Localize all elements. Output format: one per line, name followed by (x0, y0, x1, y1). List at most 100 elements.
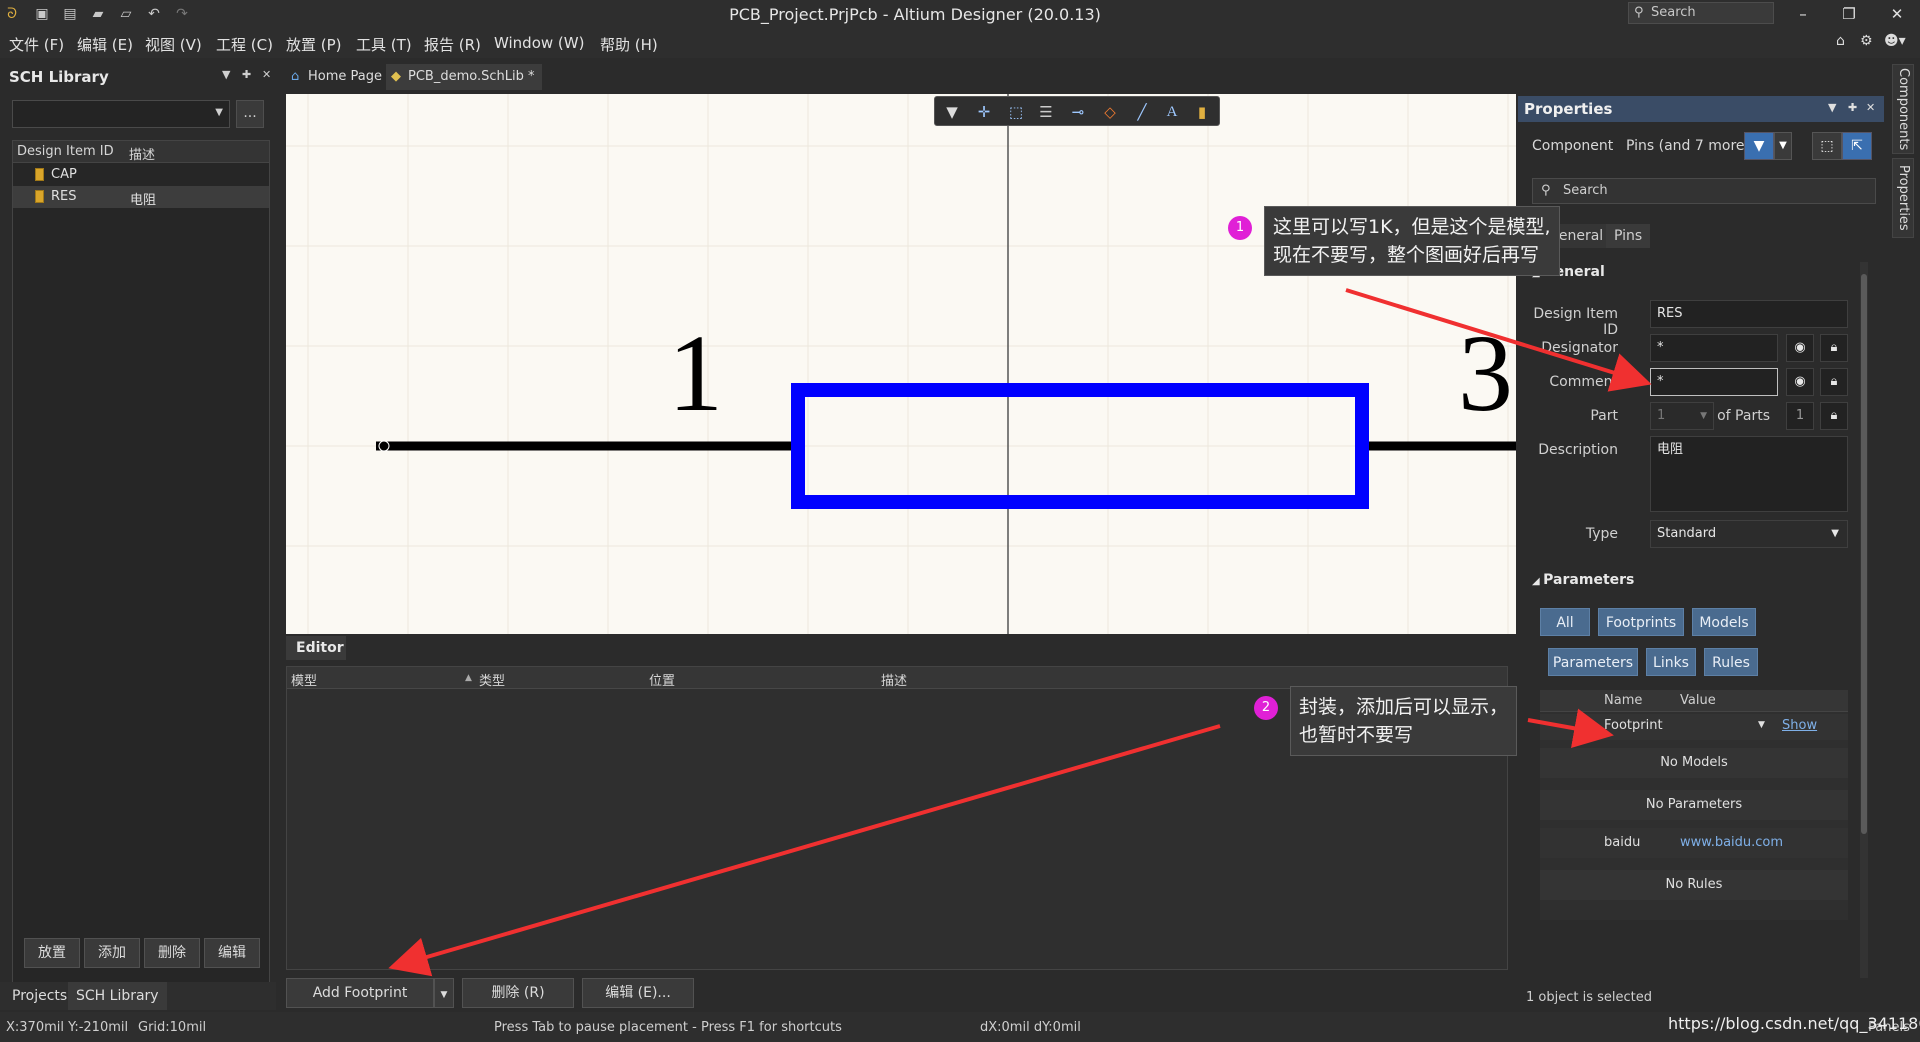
pin-hotspot[interactable] (378, 440, 390, 452)
menu-bar: 文件 (F) 编辑 (E) 视图 (V) 工程 (C) 放置 (P) 工具 (T… (0, 28, 1920, 58)
menu-edit[interactable]: 编辑 (E) (77, 34, 133, 55)
column-type[interactable]: 类型 (479, 670, 505, 689)
add-model-dropdown[interactable]: ▼ (434, 978, 454, 1008)
menu-place[interactable]: 放置 (P) (286, 34, 342, 55)
filter-dropdown[interactable]: ▼ (1774, 132, 1792, 160)
description-field[interactable]: 电阻 (1650, 436, 1848, 512)
cursor-coordinates: X:370mil Y:-210mil (6, 1020, 129, 1035)
pin-icon[interactable]: ✚ (242, 68, 251, 81)
column-model[interactable]: 模型 (291, 670, 317, 689)
properties-search-input[interactable]: ⚲ Search (1532, 178, 1876, 204)
restore-button[interactable]: ❐ (1826, 0, 1872, 28)
fill-icon[interactable]: ◇ (1099, 102, 1121, 122)
add-button[interactable]: 添加 (84, 938, 140, 968)
place-pin-icon[interactable]: ⊸ (1067, 102, 1089, 122)
menu-reports[interactable]: 报告 (R) (424, 34, 481, 55)
edit-button[interactable]: 编辑 (204, 938, 260, 968)
footprint-show-link[interactable]: Show (1782, 718, 1817, 733)
visibility-toggle[interactable]: ◉ (1786, 334, 1814, 362)
library-filter-combo[interactable]: ▼ (12, 100, 230, 128)
properties-scrollbar[interactable] (1860, 262, 1868, 978)
more-button[interactable]: ... (236, 100, 264, 128)
part-icon[interactable]: ▮ (1191, 102, 1213, 122)
panel-menu-icon[interactable]: ▼ (1828, 101, 1836, 114)
align-icon[interactable]: ☰ (1035, 102, 1057, 122)
menu-tools[interactable]: 工具 (T) (356, 34, 412, 55)
list-item[interactable]: RES 电阻 (13, 186, 269, 208)
schematic-canvas[interactable]: 1 3 ▼ ✛ ⬚ ☰ ⊸ ◇ ╱ A ▮ (286, 94, 1516, 634)
gear-icon[interactable]: ⚙ (1860, 33, 1873, 49)
filter-footprints-button[interactable]: Footprints (1598, 608, 1684, 636)
table-row[interactable]: Footprint ▼ Show (1540, 714, 1848, 740)
pin-icon[interactable]: ✚ (1848, 101, 1857, 114)
column-description[interactable]: 描述 (881, 670, 907, 689)
editor-tab[interactable]: Editor (286, 636, 346, 660)
filter-parameters-button[interactable]: Parameters (1548, 648, 1638, 676)
column-value[interactable]: Value (1680, 693, 1716, 708)
remove-model-button[interactable]: 删除 (R) (462, 978, 574, 1008)
filter-all-button[interactable]: All (1540, 608, 1590, 636)
scroll-thumb[interactable] (1861, 274, 1867, 834)
tab-sch-library[interactable]: SCH Library (68, 982, 167, 1010)
select-rect-icon[interactable]: ⬚ (1005, 102, 1027, 122)
tab-home-page[interactable]: ⌂ Home Page (286, 64, 390, 90)
visibility-toggle[interactable]: ◉ (1786, 368, 1814, 396)
pick-mode-button[interactable]: ⇱ (1842, 132, 1872, 160)
text-icon[interactable]: A (1161, 102, 1183, 122)
home-icon[interactable]: ⌂ (1836, 33, 1845, 49)
no-rules-row: No Rules (1540, 870, 1848, 900)
close-button[interactable]: ✕ (1874, 0, 1920, 28)
lock-toggle[interactable]: 🔒︎ (1820, 334, 1848, 362)
tab-components[interactable]: Components (1892, 64, 1914, 154)
panel-menu-icon[interactable]: ▼ (222, 68, 230, 81)
column-location[interactable]: 位置 (649, 670, 675, 689)
panel-close-icon[interactable]: ✕ (262, 68, 271, 81)
designator-field[interactable]: * (1650, 334, 1778, 362)
place-button[interactable]: 放置 (24, 938, 80, 968)
tab-schlib[interactable]: ◆ PCB_demo.SchLib * (386, 64, 543, 90)
parameters-section-header[interactable]: ◢ Parameters (1532, 572, 1634, 588)
minimize-button[interactable]: – (1780, 0, 1826, 28)
list-item[interactable]: CAP (13, 164, 269, 186)
move-icon[interactable]: ✛ (973, 102, 995, 122)
filter-icon[interactable]: ▼ (941, 102, 963, 122)
tab-pins[interactable]: Pins (1606, 224, 1651, 248)
link-value[interactable]: www.baidu.com (1680, 835, 1783, 850)
table-row[interactable]: baidu www.baidu.com (1540, 828, 1848, 858)
lock-toggle[interactable]: 🔒︎ (1820, 368, 1848, 396)
user-icon[interactable]: ☻▾ (1884, 33, 1906, 49)
no-models-row: No Models (1540, 748, 1848, 778)
line-icon[interactable]: ╱ (1131, 102, 1153, 122)
add-footprint-button[interactable]: Add Footprint (286, 978, 434, 1008)
filter-models-button[interactable]: Models (1692, 608, 1756, 636)
lock-toggle[interactable]: 🔒︎ (1820, 402, 1848, 430)
edit-model-button[interactable]: 编辑 (E)... (582, 978, 694, 1008)
component-icon (35, 190, 44, 203)
tab-properties[interactable]: Properties (1892, 158, 1914, 238)
comment-field[interactable]: * (1650, 368, 1778, 396)
tab-projects[interactable]: Projects (4, 982, 75, 1010)
column-description[interactable]: 描述 (129, 144, 155, 163)
menu-window[interactable]: Window (W) (494, 34, 584, 52)
type-select[interactable]: Standard ▼ (1650, 520, 1848, 548)
design-item-id-field[interactable]: RES (1650, 300, 1848, 328)
component-list: Design Item ID 描述 CAP RES 电阻 (12, 140, 270, 992)
panel-close-icon[interactable]: ✕ (1866, 101, 1875, 114)
menu-file[interactable]: 文件 (F) (9, 34, 64, 55)
menu-help[interactable]: 帮助 (H) (600, 34, 658, 55)
select-mode-button[interactable]: ⬚ (1812, 132, 1842, 160)
filter-icon: ▼ (1753, 138, 1765, 154)
column-name[interactable]: Name (1604, 693, 1642, 708)
column-design-item-id[interactable]: Design Item ID (17, 144, 114, 159)
callout-2-badge: 2 (1254, 696, 1278, 720)
global-search-input[interactable]: ⚲ Search (1628, 2, 1774, 24)
pin-2-number: 3 (1458, 312, 1513, 434)
of-parts-value: 1 (1786, 402, 1814, 430)
chevron-down-icon[interactable]: ▼ (1758, 720, 1765, 730)
filter-rules-button[interactable]: Rules (1704, 648, 1758, 676)
delete-button[interactable]: 删除 (144, 938, 200, 968)
filter-links-button[interactable]: Links (1646, 648, 1696, 676)
selection-filter-button[interactable]: ▼ (1744, 132, 1774, 160)
menu-view[interactable]: 视图 (V) (145, 34, 202, 55)
menu-project[interactable]: 工程 (C) (216, 34, 273, 55)
